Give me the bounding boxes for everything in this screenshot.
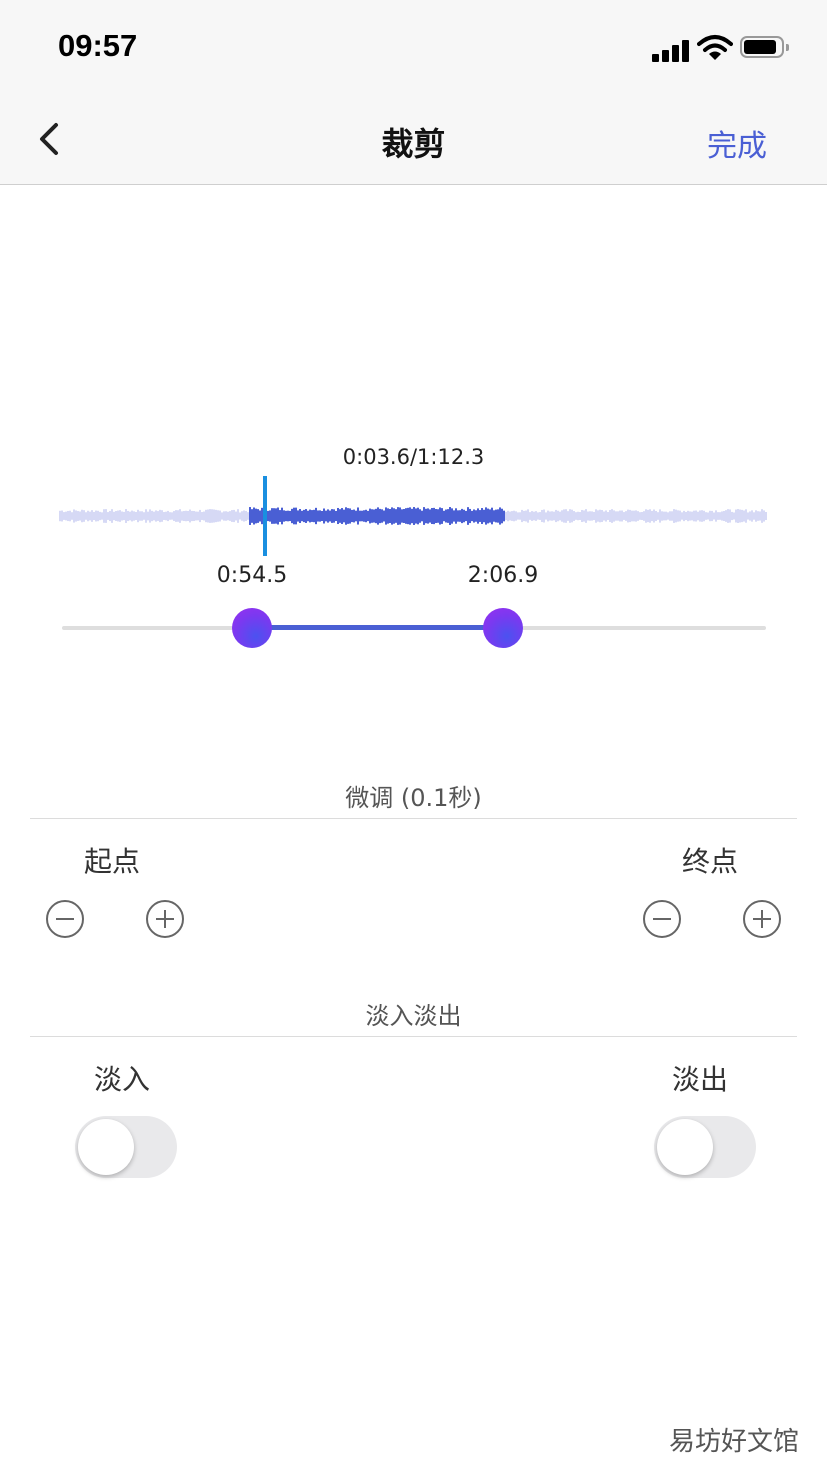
status-time: 09:57	[58, 28, 138, 63]
divider	[30, 1036, 797, 1037]
fade-section-title: 淡入淡出	[365, 1002, 462, 1030]
cellular-signal-icon	[652, 38, 692, 62]
trim-start-handle[interactable]	[232, 608, 272, 648]
start-point-label: 起点	[84, 845, 141, 878]
fade-out-toggle[interactable]	[654, 1116, 756, 1178]
trim-end-time: 2:06.9	[467, 563, 539, 588]
start-plus-button[interactable]	[146, 900, 184, 938]
done-button[interactable]: 完成	[707, 121, 767, 165]
slider-selected-range	[252, 625, 503, 630]
start-minus-button[interactable]	[46, 900, 84, 938]
trim-start-time: 0:54.5	[216, 563, 288, 588]
trim-range-slider[interactable]	[62, 600, 766, 656]
wifi-icon	[697, 35, 733, 60]
end-plus-button[interactable]	[743, 900, 781, 938]
end-minus-button[interactable]	[643, 900, 681, 938]
fade-out-label: 淡出	[672, 1063, 729, 1096]
toggle-thumb	[78, 1119, 134, 1175]
page-title: 裁剪	[381, 125, 446, 163]
trim-end-handle[interactable]	[483, 608, 523, 648]
fade-in-label: 淡入	[94, 1063, 151, 1096]
watermark-text: 易坊好文馆	[668, 1427, 799, 1457]
fade-in-toggle[interactable]	[75, 1116, 177, 1178]
navigation-bar: 裁剪 完成	[0, 95, 827, 185]
status-bar: 09:57	[0, 0, 827, 95]
audio-waveform[interactable]	[58, 470, 770, 562]
minus-icon	[653, 918, 671, 920]
battery-icon	[740, 36, 789, 60]
toggle-thumb	[657, 1119, 713, 1175]
end-point-label: 终点	[682, 845, 739, 878]
divider	[30, 818, 797, 819]
fine-tune-title: 微调 (0.1秒)	[345, 784, 482, 812]
playback-time-readout: 0:03.6/1:12.3	[342, 445, 485, 469]
minus-icon	[56, 918, 74, 920]
